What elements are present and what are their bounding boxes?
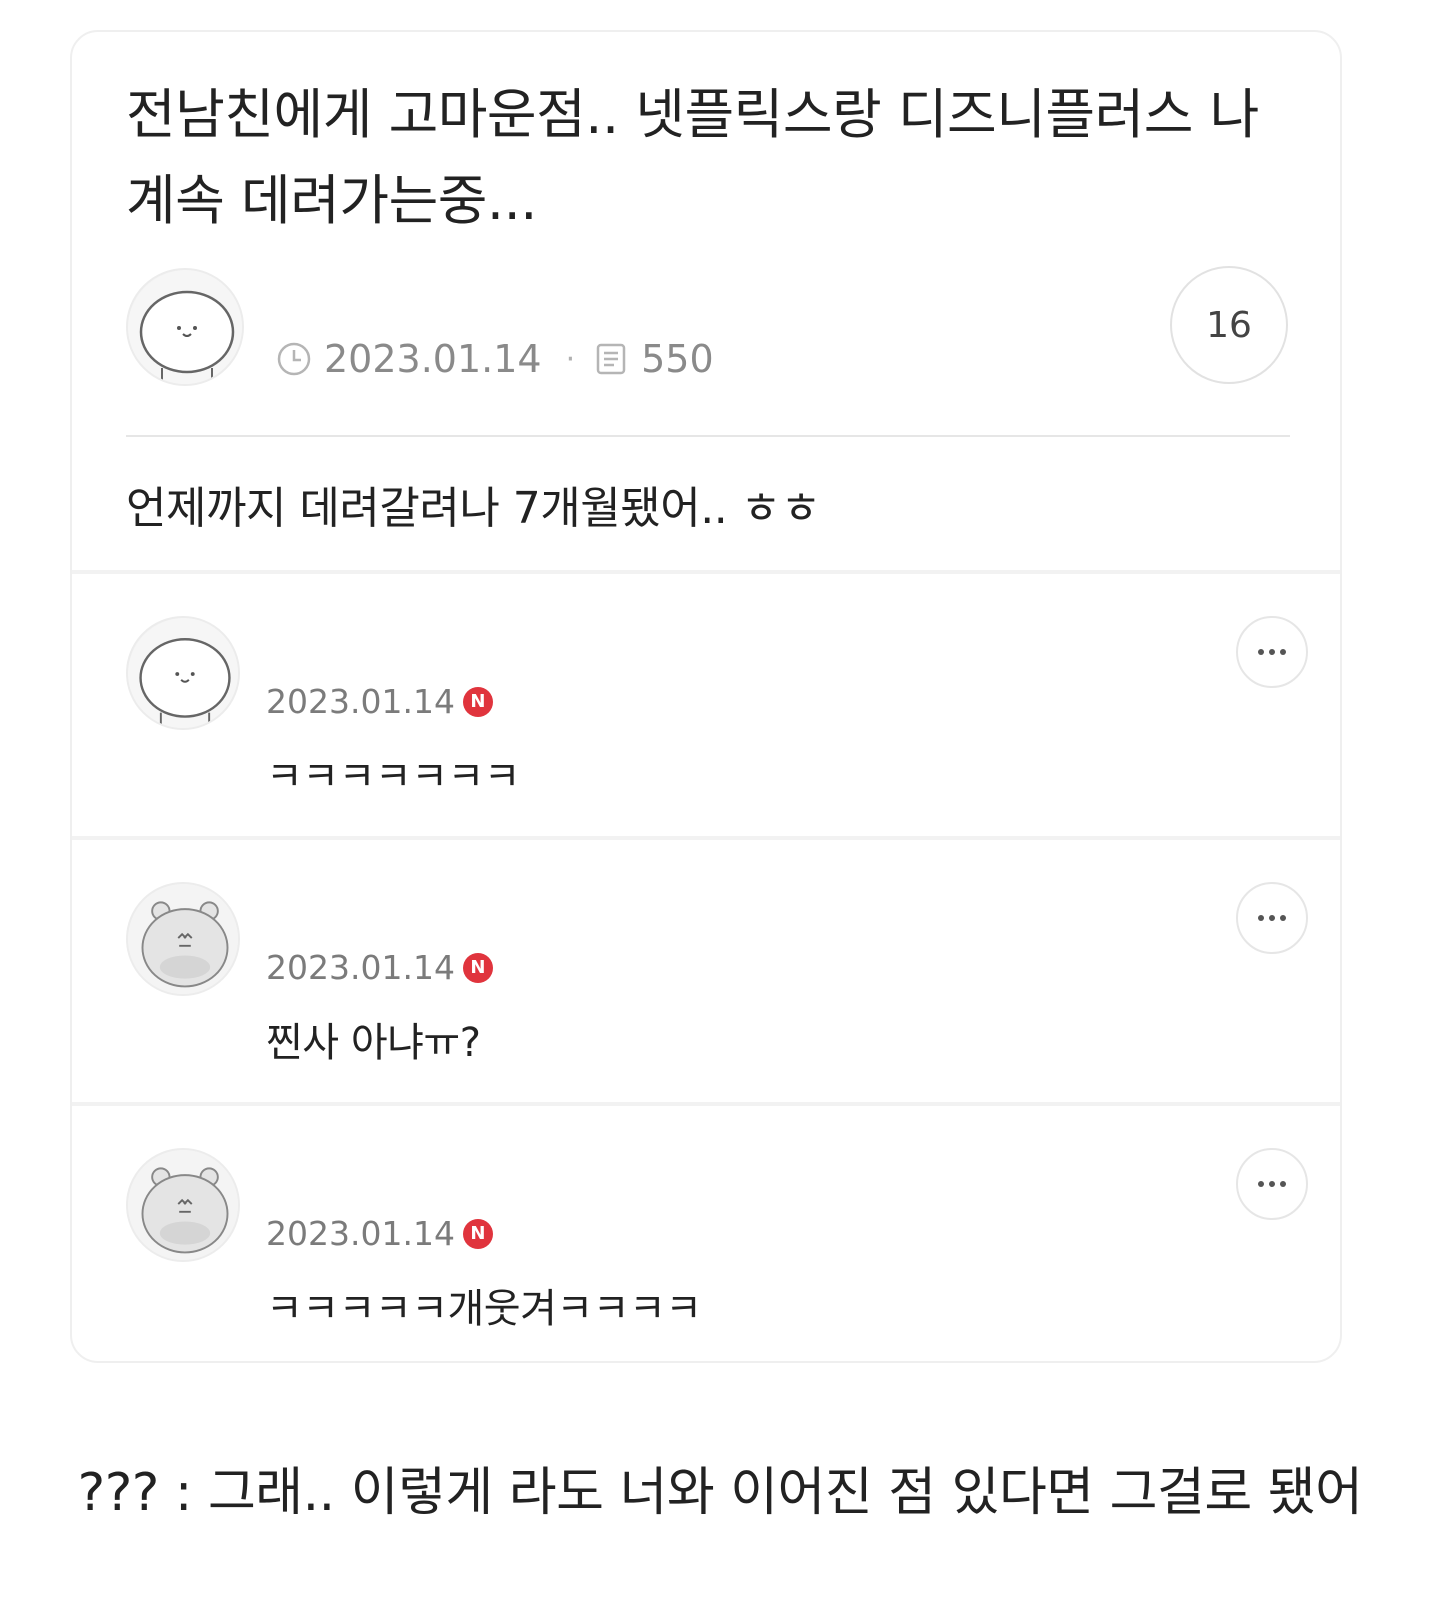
more-options-button[interactable] bbox=[1236, 1148, 1308, 1220]
post-title: 전남친에게 고마운점.. 넷플릭스랑 디즈니플러스 나 계속 데려가는중... bbox=[126, 83, 1259, 232]
comment-date-row: 2023.01.14 N bbox=[266, 948, 493, 987]
post-card: 전남친에게 고마운점.. 넷플릭스랑 디즈니플러스 나 계속 데려가는중... … bbox=[70, 30, 1342, 1363]
commenter-avatar[interactable] bbox=[126, 616, 240, 730]
clock-icon bbox=[276, 341, 312, 377]
comment-text: ㅋㅋㅋㅋㅋ개웃겨ㅋㅋㅋㅋ bbox=[266, 1286, 702, 1332]
post-date: 2023.01.14 bbox=[324, 337, 542, 381]
round-face-avatar-icon bbox=[128, 270, 242, 384]
post-header: 전남친에게 고마운점.. 넷플릭스랑 디즈니플러스 나 계속 데려가는중... … bbox=[72, 32, 1340, 570]
bear-avatar-icon bbox=[128, 1150, 238, 1260]
comment-date: 2023.01.14 bbox=[266, 1214, 455, 1253]
author-avatar[interactable] bbox=[126, 268, 244, 386]
round-face-avatar-icon bbox=[128, 618, 238, 728]
post-meta: 2023.01.14 · 550 bbox=[276, 332, 714, 386]
comment-date: 2023.01.14 bbox=[266, 682, 455, 721]
more-dots-icon bbox=[1258, 915, 1286, 921]
comment-date: 2023.01.14 bbox=[266, 948, 455, 987]
more-dots-icon bbox=[1258, 1181, 1286, 1187]
new-badge: N bbox=[462, 686, 493, 717]
post-body: 언제까지 데려갈려나 7개월됐어.. ㅎㅎ bbox=[126, 483, 821, 534]
comment-item: 2023.01.14 N ㅋㅋㅋㅋㅋㅋㅋ bbox=[72, 570, 1340, 836]
comment-item: 2023.01.14 N 찐사 아냐ㅠ? bbox=[72, 836, 1340, 1102]
comment-date-row: 2023.01.14 N bbox=[266, 682, 493, 721]
comment-text: 찐사 아냐ㅠ? bbox=[266, 1020, 481, 1066]
commenter-avatar[interactable] bbox=[126, 1148, 240, 1262]
bear-avatar-icon bbox=[128, 884, 238, 994]
divider bbox=[126, 435, 1290, 437]
post-views: 550 bbox=[641, 337, 714, 381]
comment-item: 2023.01.14 N ㅋㅋㅋㅋㅋ개웃겨ㅋㅋㅋㅋ bbox=[72, 1102, 1340, 1361]
more-dots-icon bbox=[1258, 649, 1286, 655]
meme-caption: ??? : 그래.. 이렇게 라도 너와 이어진 점 있다면 그걸로 됐어 bbox=[77, 1463, 1363, 1523]
new-badge: N bbox=[462, 1218, 493, 1249]
more-options-button[interactable] bbox=[1236, 616, 1308, 688]
commenter-avatar[interactable] bbox=[126, 882, 240, 996]
views-icon bbox=[593, 341, 629, 377]
new-badge: N bbox=[462, 952, 493, 983]
comment-count-button[interactable]: 16 bbox=[1170, 266, 1288, 384]
comment-date-row: 2023.01.14 N bbox=[266, 1214, 493, 1253]
meta-separator: · bbox=[565, 341, 576, 377]
more-options-button[interactable] bbox=[1236, 882, 1308, 954]
comment-text: ㅋㅋㅋㅋㅋㅋㅋ bbox=[266, 754, 521, 800]
